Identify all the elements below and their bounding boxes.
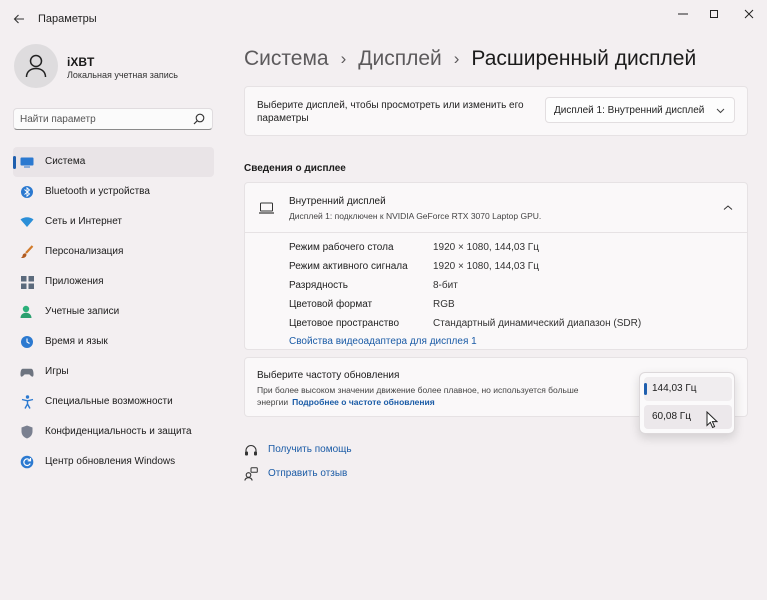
display-select-prompt: Выберите дисплей, чтобы просмотреть или … xyxy=(257,100,524,124)
property-value: Стандартный динамический диапазон (SDR) xyxy=(433,318,642,329)
arrow-left-icon xyxy=(13,14,24,24)
property-label: Режим рабочего стола xyxy=(289,242,394,253)
back-button[interactable] xyxy=(8,8,30,30)
refresh-rate-dropdown-menu: 144,03 Гц 60,08 Гц xyxy=(639,372,735,434)
refresh-rate-learn-more-link[interactable]: Подробнее о частоте обновления xyxy=(292,397,435,407)
close-icon xyxy=(744,9,754,19)
sidebar-item-label: Центр обновления Windows xyxy=(45,456,176,467)
display-subtitle: Дисплей 1: подключен к NVIDIA GeForce RT… xyxy=(289,211,542,221)
get-help-label: Получить помощь xyxy=(268,444,352,455)
sidebar-item-label: Bluetooth и устройства xyxy=(45,186,150,197)
property-value: RGB xyxy=(433,299,455,310)
sidebar-item-personalization[interactable]: Персонализация xyxy=(13,237,214,267)
system-icon xyxy=(20,155,34,169)
display-dropdown[interactable]: Дисплей 1: Внутренний дисплей xyxy=(545,97,735,123)
laptop-icon xyxy=(259,202,274,214)
chevron-down-icon xyxy=(716,108,725,114)
maximize-button[interactable] xyxy=(701,4,727,24)
section-title: Сведения о дисплее xyxy=(244,163,346,174)
property-label: Режим активного сигнала xyxy=(289,261,408,272)
sidebar-item-bluetooth[interactable]: Bluetooth и устройства xyxy=(13,177,214,207)
sidebar-item-accessibility[interactable]: Специальные возможности xyxy=(13,387,214,417)
sidebar-item-apps[interactable]: Приложения xyxy=(13,267,214,297)
chevron-up-icon[interactable] xyxy=(723,203,733,213)
breadcrumb-system[interactable]: Система xyxy=(244,47,329,71)
property-value: 1920 × 1080, 144,03 Гц xyxy=(433,261,539,272)
property-value: 1920 × 1080, 144,03 Гц xyxy=(433,242,539,253)
help-icon xyxy=(245,445,257,456)
sidebar-item-time-language[interactable]: Время и язык xyxy=(13,327,214,357)
property-label: Цветовое пространство xyxy=(289,318,400,329)
app-title: Параметры xyxy=(38,13,97,25)
property-label: Цветовой формат xyxy=(289,299,373,310)
sidebar-item-label: Время и язык xyxy=(45,336,108,347)
sidebar-item-label: Персонализация xyxy=(45,246,124,257)
sidebar-item-windows-update[interactable]: Центр обновления Windows xyxy=(13,447,214,477)
avatar[interactable] xyxy=(14,44,58,88)
search-icon xyxy=(193,113,205,125)
wifi-icon xyxy=(20,215,34,229)
time-language-icon xyxy=(20,335,34,349)
display-info-header[interactable]: Внутренний дисплей Дисплей 1: подключен … xyxy=(245,183,747,233)
adapter-properties-link[interactable]: Свойства видеоадаптера для дисплея 1 xyxy=(289,336,477,347)
refresh-option-60[interactable]: 60,08 Гц xyxy=(644,405,732,429)
account-type: Локальная учетная запись xyxy=(67,70,178,80)
mouse-cursor-icon xyxy=(706,411,718,429)
accounts-icon xyxy=(20,305,34,319)
sidebar-item-system[interactable]: Система xyxy=(13,147,214,177)
sidebar-item-label: Система xyxy=(45,156,86,167)
chevron-right-icon: › xyxy=(453,49,460,68)
property-label: Разрядность xyxy=(289,280,348,291)
refresh-option-144[interactable]: 144,03 Гц xyxy=(644,377,732,401)
brush-icon xyxy=(20,245,34,259)
refresh-rate-description: При более высоком значении движение боле… xyxy=(257,384,627,408)
refresh-option-label: 144,03 Гц xyxy=(652,383,697,394)
maximize-icon xyxy=(710,10,718,18)
close-button[interactable] xyxy=(736,4,762,24)
sidebar-item-label: Игры xyxy=(45,366,69,377)
update-icon xyxy=(20,455,34,469)
refresh-rate-title: Выберите частоту обновления xyxy=(257,370,400,381)
refresh-option-label: 60,08 Гц xyxy=(652,411,691,422)
user-icon xyxy=(25,54,47,78)
display-name: Внутренний дисплей xyxy=(289,196,386,207)
sidebar-nav: Система Bluetooth и устройства Сеть и Ин… xyxy=(13,147,214,477)
search-input[interactable] xyxy=(20,112,190,126)
shield-icon xyxy=(20,425,34,439)
gamepad-icon xyxy=(20,365,34,379)
sidebar-item-accounts[interactable]: Учетные записи xyxy=(13,297,214,327)
send-feedback-label: Отправить отзыв xyxy=(268,468,348,479)
sidebar-item-label: Сеть и Интернет xyxy=(45,216,123,227)
display-dropdown-value: Дисплей 1: Внутренний дисплей xyxy=(554,105,705,116)
sidebar-item-privacy[interactable]: Конфиденциальность и защита xyxy=(13,417,214,447)
settings-window: Параметры iXBT Локальная учетная запись … xyxy=(0,0,767,600)
search-box[interactable] xyxy=(13,108,213,130)
feedback-icon xyxy=(244,467,258,481)
minimize-icon xyxy=(678,13,688,15)
sidebar-item-label: Конфиденциальность и защита xyxy=(45,426,192,437)
bluetooth-icon xyxy=(20,185,34,199)
minimize-button[interactable] xyxy=(670,4,696,24)
breadcrumb: Система › Дисплей › Расширенный дисплей xyxy=(244,44,696,74)
display-select-card: Выберите дисплей, чтобы просмотреть или … xyxy=(244,86,748,136)
sidebar-item-label: Приложения xyxy=(45,276,104,287)
display-info-card: Внутренний дисплей Дисплей 1: подключен … xyxy=(244,182,748,350)
breadcrumb-display[interactable]: Дисплей xyxy=(358,47,442,71)
property-value: 8-бит xyxy=(433,280,458,291)
sidebar-item-gaming[interactable]: Игры xyxy=(13,357,214,387)
title-bar: Параметры xyxy=(0,0,767,36)
page-title: Расширенный дисплей xyxy=(471,47,697,70)
accessibility-icon xyxy=(20,395,34,409)
apps-icon xyxy=(20,275,34,289)
chevron-right-icon: › xyxy=(340,49,347,68)
sidebar-item-network[interactable]: Сеть и Интернет xyxy=(13,207,214,237)
user-name: iXBT xyxy=(67,55,95,69)
sidebar-item-label: Специальные возможности xyxy=(45,396,173,407)
sidebar-item-label: Учетные записи xyxy=(45,306,120,317)
